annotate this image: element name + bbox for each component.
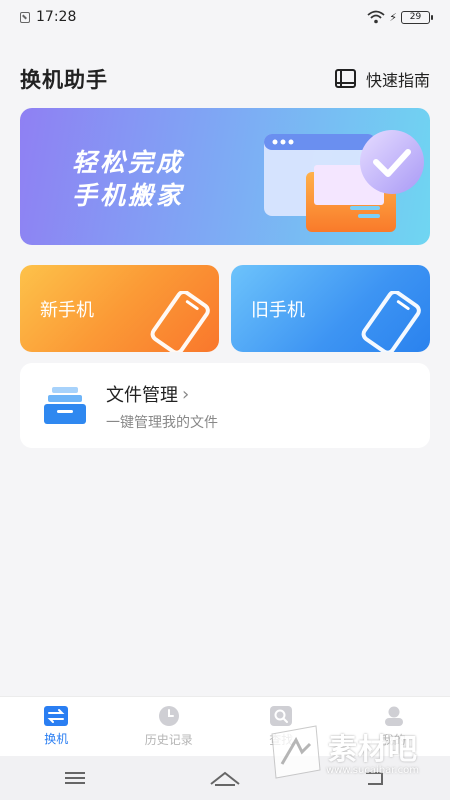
watermark-logo-icon [271, 725, 321, 779]
file-tray-icon [44, 387, 86, 424]
watermark-url: www.sucaibar.com [326, 765, 419, 776]
new-phone-card[interactable]: 新手机 [20, 265, 219, 352]
phone-outline-icon [361, 291, 421, 352]
watermark: 素材吧 www.sucaibar.com [268, 722, 436, 784]
folder-checkmark-illustration [264, 130, 424, 232]
book-icon [334, 69, 356, 88]
tab-switch-label: 换机 [44, 732, 69, 746]
charging-icon: ⚡ [389, 10, 397, 24]
quick-guide-label: 快速指南 [365, 71, 430, 90]
file-manager-subtitle: 一键管理我的文件 [106, 415, 218, 431]
header: 换机助手 快速指南 [20, 62, 430, 96]
quick-guide-button[interactable]: 快速指南 [334, 67, 430, 91]
wifi-icon [367, 10, 385, 24]
file-manager-title: 文件管理 [106, 385, 178, 406]
banner-line1: 轻松完成 [72, 148, 185, 177]
no-sim-icon [20, 11, 30, 23]
menu-icon [65, 772, 85, 784]
tab-history-label: 历史记录 [144, 733, 193, 747]
new-phone-label: 新手机 [40, 300, 94, 321]
old-phone-card[interactable]: 旧手机 [231, 265, 430, 352]
file-manager-card[interactable]: 文件管理 › 一键管理我的文件 [20, 363, 430, 448]
file-manager-title-row: 文件管理 › [106, 381, 189, 407]
status-bar: 17:28 ⚡ 29 [0, 0, 450, 34]
switch-icon [44, 706, 69, 726]
old-phone-label: 旧手机 [251, 300, 305, 321]
clock-icon [158, 706, 179, 726]
page-title: 换机助手 [20, 68, 108, 92]
home-button[interactable] [195, 763, 255, 793]
status-time: 17:28 [36, 9, 77, 25]
banner-line2: 手机搬家 [72, 181, 185, 210]
chevron-right-icon: › [182, 383, 190, 405]
phone-outline-icon [150, 291, 210, 352]
banner-text: 轻松完成 手机搬家 [72, 146, 184, 212]
home-icon [210, 771, 240, 786]
tab-history[interactable]: 历史记录 [113, 705, 225, 748]
tab-switch[interactable]: 换机 [0, 706, 112, 747]
menu-button[interactable] [45, 763, 105, 793]
watermark-text: 素材吧 [328, 732, 419, 766]
battery-indicator: 29 [401, 10, 433, 24]
promo-banner[interactable]: 轻松完成 手机搬家 [20, 108, 430, 245]
